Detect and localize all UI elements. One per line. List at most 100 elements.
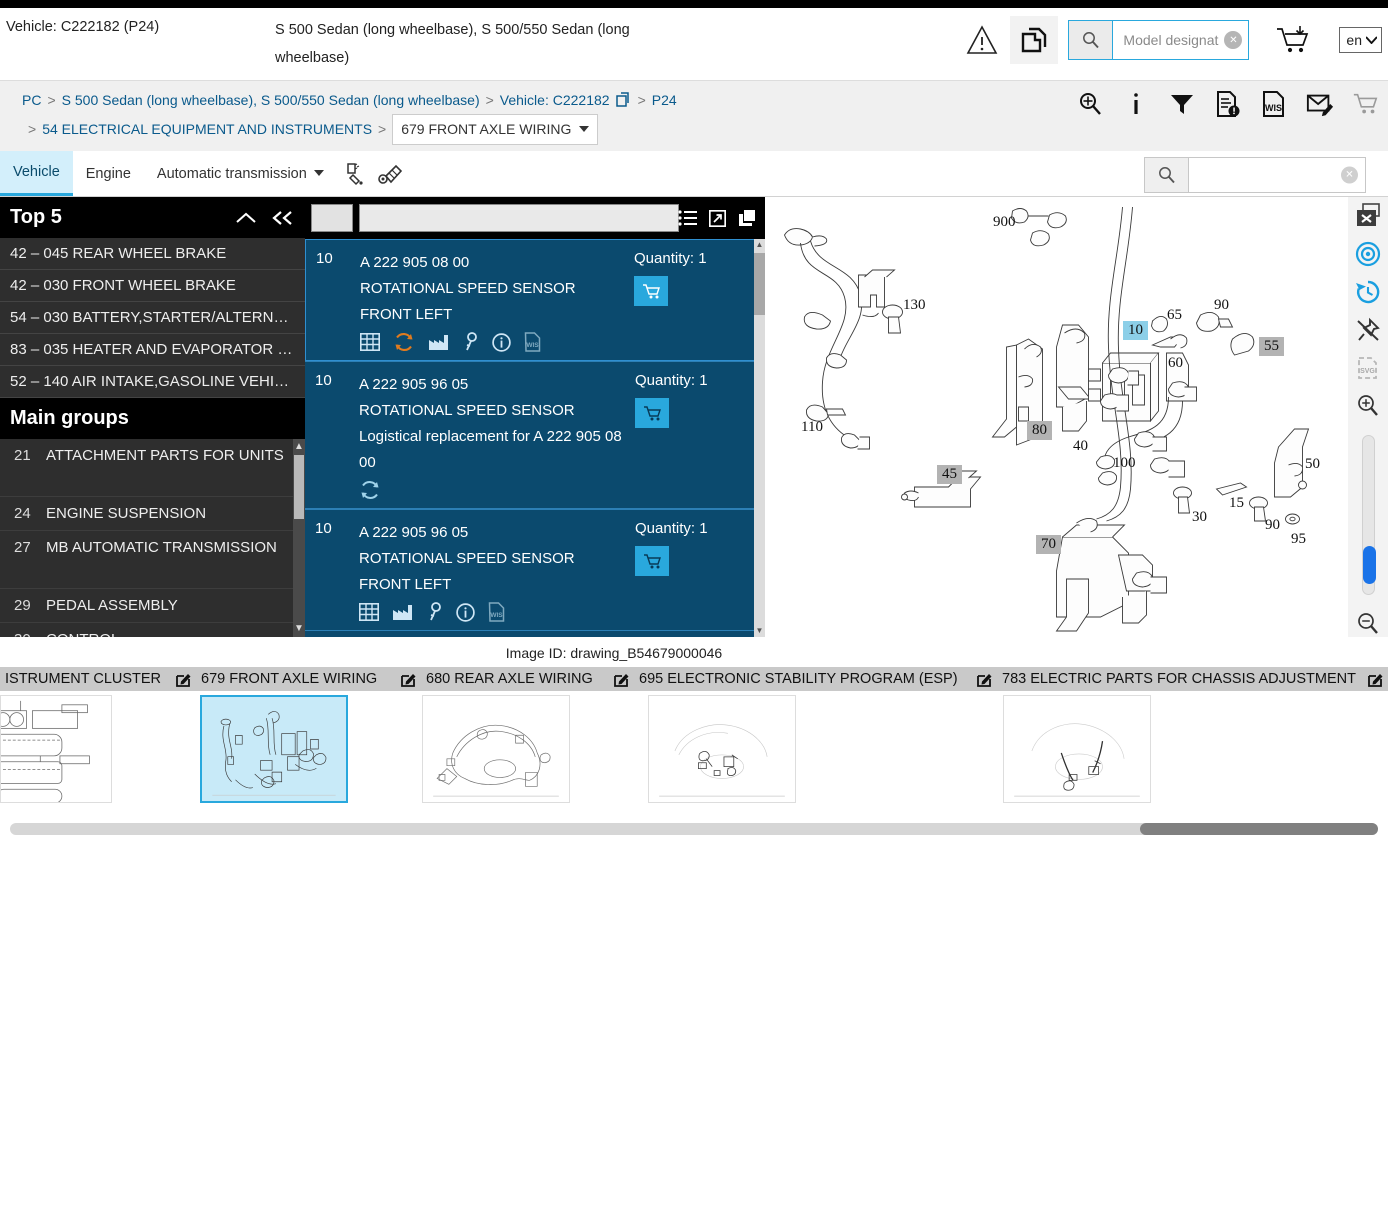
top5-item[interactable]: 54 – 030 BATTERY,STARTER/ALTERNAT...: [0, 302, 305, 334]
thumbnail-item[interactable]: 783 ELECTRIC PARTS FOR CHASSIS ADJUSTMEN…: [997, 667, 1388, 807]
replacement-arrows-icon[interactable]: [359, 480, 381, 500]
tab-engine[interactable]: Engine: [73, 151, 144, 196]
edit-pencil-icon[interactable]: [614, 672, 629, 687]
zoom-in-icon[interactable]: [1354, 393, 1382, 419]
expand-icon[interactable]: [709, 209, 726, 227]
table-grid-icon[interactable]: [359, 603, 379, 621]
thumbnail-header[interactable]: 695 ELECTRONIC STABILITY PROGRAM (ESP): [634, 667, 997, 691]
clear-icon[interactable]: ✕: [1224, 31, 1243, 49]
model-designation-input[interactable]: Model designat ✕: [1113, 21, 1248, 59]
wis-icon[interactable]: WIS: [524, 332, 541, 352]
breadcrumb-item-p24[interactable]: P24: [652, 92, 677, 108]
breadcrumb-item-pc[interactable]: PC: [22, 92, 41, 108]
thumbnail-item[interactable]: 680 REAR AXLE WIRING: [421, 667, 634, 807]
mail-edit-icon[interactable]: [1306, 89, 1334, 119]
main-group-item[interactable]: 21 ATTACHMENT PARTS FOR UNITS: [0, 439, 305, 497]
add-part-to-cart-button[interactable]: [634, 276, 668, 306]
breadcrumb-item-vehicle[interactable]: Vehicle: C222182: [500, 92, 610, 108]
main-group-item[interactable]: 29 PEDAL ASSEMBLY: [0, 589, 305, 623]
table-grid-icon[interactable]: [360, 333, 380, 351]
edit-pencil-icon[interactable]: [176, 672, 191, 687]
edit-pencil-icon[interactable]: [1368, 672, 1383, 687]
part-row[interactable]: 10 A 222 905 96 05 ROTATIONAL SPEED SENS…: [305, 509, 765, 631]
edit-pencil-icon[interactable]: [401, 672, 416, 687]
top5-item[interactable]: 52 – 140 AIR INTAKE,GASOLINE VEHIC...: [0, 366, 305, 398]
replacement-arrows-icon[interactable]: [393, 332, 415, 352]
scroll-up-arrow[interactable]: ▲: [294, 441, 304, 453]
factory-icon[interactable]: [428, 333, 450, 351]
copy-vehicle-icon[interactable]: [615, 92, 632, 108]
top5-item[interactable]: 42 – 030 FRONT WHEEL BRAKE: [0, 270, 305, 302]
clear-icon[interactable]: ✕: [1341, 166, 1358, 184]
filter-icon[interactable]: [1168, 89, 1196, 119]
warning-triangle-icon[interactable]: [962, 20, 1002, 60]
svg-export-icon[interactable]: SVG: [1354, 355, 1382, 381]
main-group-item[interactable]: 24 ENGINE SUSPENSION: [0, 497, 305, 531]
tooling-icon[interactable]: [373, 151, 409, 196]
target-highlight-icon[interactable]: [1354, 241, 1382, 267]
part-row[interactable]: 10 A 222 905 08 00 ROTATIONAL SPEED SENS…: [305, 239, 765, 361]
scroll-down-arrow[interactable]: ▼: [294, 623, 304, 635]
wis-document-icon[interactable]: WIS: [1260, 89, 1288, 119]
main-group-item[interactable]: 27 MB AUTOMATIC TRANSMISSION: [0, 531, 305, 589]
thumbnail-image-active[interactable]: [200, 695, 348, 803]
list-view-icon[interactable]: [678, 210, 698, 226]
wis-icon[interactable]: WIS: [488, 602, 505, 622]
add-part-to-cart-button[interactable]: [635, 398, 669, 428]
scrollbar-thumb[interactable]: [1140, 823, 1378, 835]
double-chevron-left-icon[interactable]: [271, 210, 295, 226]
breadcrumb-item-group54[interactable]: 54 ELECTRICAL EQUIPMENT AND INSTRUMENTS: [42, 121, 372, 137]
copy-icon[interactable]: [737, 209, 757, 227]
technical-drawing[interactable]: 900 130 110 45 80 10 65 90 55 60 40 100 …: [765, 197, 1348, 637]
breadcrumb-item-model[interactable]: S 500 Sedan (long wheelbase), S 500/550 …: [62, 92, 480, 108]
thumbnail-header[interactable]: ISTRUMENT CLUSTER: [0, 667, 196, 691]
thumbnail-image[interactable]: [1003, 695, 1151, 803]
language-selector[interactable]: en: [1339, 27, 1382, 53]
part-row[interactable]: 10 A 222 905 96 05 ROTATIONAL SPEED SENS…: [305, 361, 765, 509]
top5-item[interactable]: 42 – 045 REAR WHEEL BRAKE: [0, 238, 305, 270]
thumbnail-image[interactable]: [0, 695, 112, 803]
zoom-slider-handle[interactable]: [1362, 546, 1376, 584]
factory-icon[interactable]: [392, 603, 414, 621]
paint-code-icon[interactable]: [337, 151, 373, 196]
info-icon[interactable]: [1122, 89, 1150, 119]
copy-documents-icon[interactable]: [1010, 16, 1059, 64]
tab-vehicle[interactable]: Vehicle: [0, 151, 73, 196]
main-groups-scrollbar[interactable]: ▲ ▼: [293, 439, 305, 637]
thumbnail-item[interactable]: ISTRUMENT CLUSTER: [0, 667, 196, 807]
scrollbar-thumb[interactable]: [754, 253, 765, 315]
add-part-to-cart-button[interactable]: [635, 546, 669, 576]
document-alert-icon[interactable]: [1214, 89, 1242, 119]
thumbnail-header[interactable]: 783 ELECTRIC PARTS FOR CHASSIS ADJUSTMEN…: [997, 667, 1388, 691]
shopping-cart-icon[interactable]: [1352, 89, 1380, 119]
part-search[interactable]: ✕: [1144, 157, 1366, 193]
thumbnail-header[interactable]: 679 FRONT AXLE WIRING: [196, 667, 421, 691]
model-designation-search[interactable]: Model designat ✕: [1068, 20, 1250, 60]
chevron-up-icon[interactable]: [235, 211, 257, 225]
thumbnail-image[interactable]: [648, 695, 796, 803]
key-icon[interactable]: [427, 602, 443, 622]
drawing-callout-selected[interactable]: 10: [1123, 321, 1148, 340]
breadcrumb-current-dropdown[interactable]: 679 FRONT AXLE WIRING: [392, 114, 599, 145]
thumbnail-header[interactable]: 680 REAR AXLE WIRING: [421, 667, 634, 691]
tab-automatic-transmission[interactable]: Automatic transmission: [144, 151, 337, 196]
history-reset-icon[interactable]: [1354, 279, 1382, 305]
scrollbar-thumb[interactable]: [294, 455, 304, 519]
top5-item[interactable]: 83 – 035 HEATER AND EVAPORATOR H...: [0, 334, 305, 366]
info-circle-icon[interactable]: [456, 602, 475, 622]
thumbnail-horizontal-scrollbar[interactable]: [10, 823, 1378, 835]
thumbnail-image[interactable]: [422, 695, 570, 803]
main-group-item[interactable]: 30CONTROL: [0, 623, 305, 637]
scroll-down-arrow[interactable]: ▼: [754, 625, 765, 637]
parts-filter-box[interactable]: [311, 204, 353, 232]
info-circle-icon[interactable]: [492, 332, 511, 352]
close-overlay-icon[interactable]: [1354, 203, 1382, 229]
add-to-cart-icon[interactable]: [1267, 24, 1319, 56]
scroll-up-arrow[interactable]: ▲: [754, 239, 765, 251]
zoom-slider[interactable]: [1361, 435, 1376, 595]
part-search-input[interactable]: ✕: [1189, 158, 1365, 192]
key-icon[interactable]: [463, 332, 479, 352]
thumbnail-item[interactable]: 695 ELECTRONIC STABILITY PROGRAM (ESP): [634, 667, 997, 807]
parts-list-scrollbar[interactable]: ▲ ▼: [754, 239, 765, 637]
zoom-out-icon[interactable]: [1354, 611, 1382, 637]
